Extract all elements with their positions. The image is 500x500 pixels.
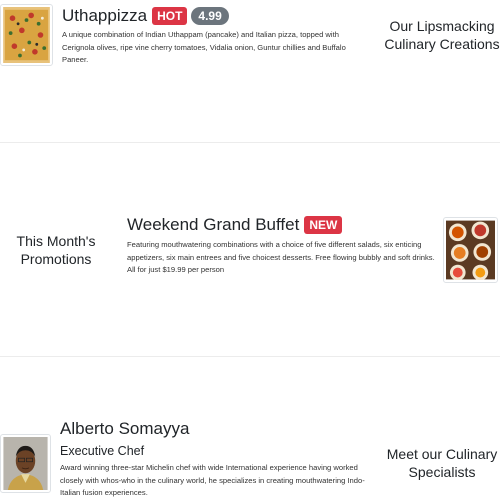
chef-name: Alberto Somayya [60, 419, 190, 438]
chef-description: Award winning three-star Michelin chef w… [60, 463, 365, 497]
new-badge: NEW [304, 216, 343, 234]
chef-section: Alberto Somayya Executive Chef Award win… [0, 357, 500, 500]
buffet-photo-icon [446, 220, 495, 280]
hot-badge: HOT [152, 7, 188, 25]
promotion-section: This Month's Promotions Weekend Grand Bu… [0, 143, 500, 356]
chef-photo-icon [3, 437, 48, 490]
chefs-heading: Meet our Culinary Specialists [386, 446, 498, 480]
pizza-photo-icon [3, 7, 50, 63]
dish-section: Uthappizza HOT 4.99 A unique combination… [0, 0, 500, 142]
promotion-name: Weekend Grand Buffet [127, 215, 300, 234]
dish-image [0, 4, 53, 66]
dishes-heading: Our Lipsmacking Culinary Creations [384, 18, 500, 52]
chef-designation: Executive Chef [60, 444, 145, 458]
dish-title: Uthappizza HOT 4.99 [62, 6, 233, 26]
dish-description: A unique combination of Indian Uthappam … [62, 30, 346, 64]
chef-image [0, 434, 51, 493]
price-badge: 4.99 [191, 7, 229, 25]
promotion-image [443, 217, 498, 283]
promotion-title: Weekend Grand Buffet NEW [127, 215, 346, 235]
promotions-heading: This Month's Promotions [16, 233, 96, 267]
chef-title: Alberto Somayya [60, 419, 194, 439]
dish-name: Uthappizza [62, 6, 148, 25]
promotion-description: Featuring mouthwatering combinations wit… [127, 240, 435, 274]
